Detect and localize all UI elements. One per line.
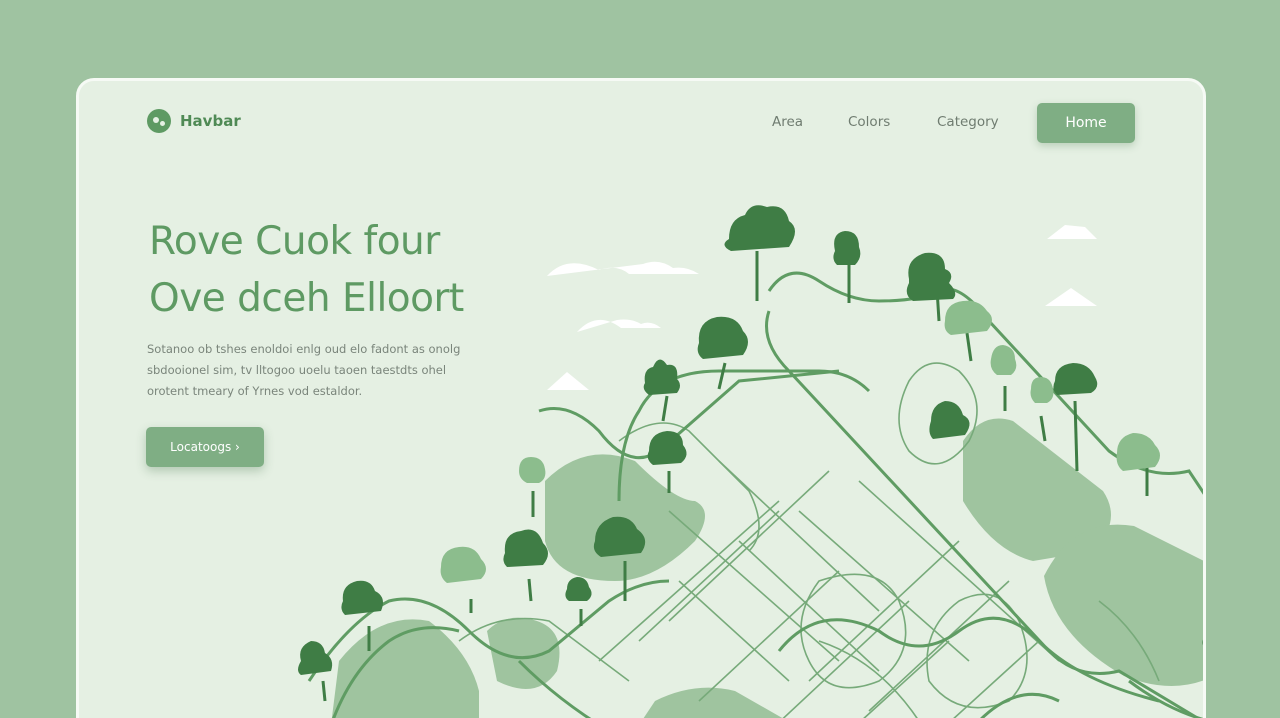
hero-description-line-3: orotent tmeary of Yrnes vod estaldor. <box>147 384 363 398</box>
hero-title-line-2: Ove dceh Elloort <box>149 276 464 321</box>
hero-description: Sotanoo ob tshes enoldoi enlg oud elo fa… <box>147 339 467 402</box>
app-window: Havbar Area Colors Category Home Rove Cu… <box>76 78 1206 718</box>
hero-title-line-1: Rove Cuok four <box>149 219 440 264</box>
locations-button[interactable]: Locatoogs › <box>146 427 264 467</box>
nav-link-area[interactable]: Area <box>772 114 803 130</box>
hero-description-line-2: sbdooionel sim, tv lltogoo uoelu taoen t… <box>147 363 447 377</box>
hero-title: Rove Cuok four Ove dceh Elloort <box>149 213 464 327</box>
hero-description-line-1: Sotanoo ob tshes enoldoi enlg oud elo fa… <box>147 342 461 356</box>
brand-name: Havbar <box>180 112 241 130</box>
home-button[interactable]: Home <box>1037 103 1135 143</box>
leaf-globe-icon <box>147 109 171 133</box>
nav-link-category[interactable]: Category <box>937 114 999 130</box>
brand[interactable]: Havbar <box>147 109 241 133</box>
nav-link-colors[interactable]: Colors <box>848 114 890 130</box>
top-nav: Havbar Area Colors Category Home <box>79 81 1203 171</box>
